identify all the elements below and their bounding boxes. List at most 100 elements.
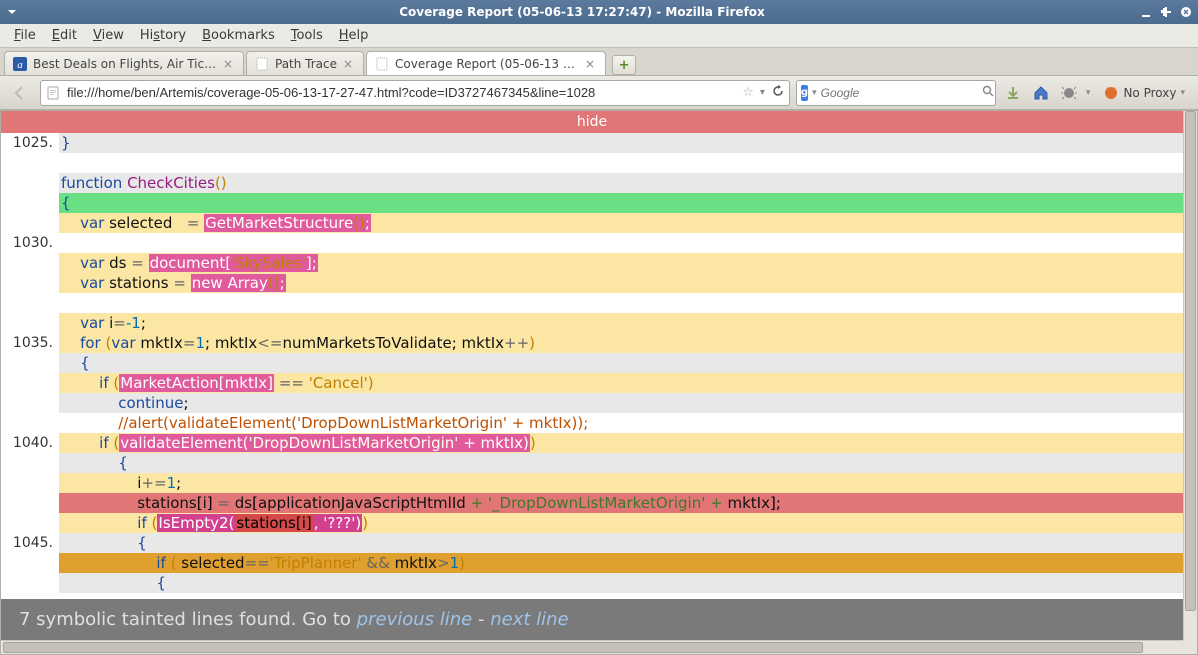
tab-favicon-icon	[375, 57, 389, 71]
search-input[interactable]	[821, 86, 978, 100]
home-button[interactable]	[1030, 82, 1052, 104]
tab-label: Best Deals on Flights, Air Tickets,...	[33, 57, 217, 71]
proxy-dropdown-icon[interactable]: ▾	[1180, 88, 1185, 98]
proxy-selector[interactable]: No Proxy ▾	[1096, 82, 1192, 104]
maximize-button[interactable]	[1158, 4, 1174, 20]
page-content: hide 1025.}function CheckCities(){ var s…	[1, 111, 1183, 640]
code-line: 1045. {	[1, 533, 1183, 553]
line-content: {	[59, 193, 1183, 213]
code-line: {	[1, 573, 1183, 593]
back-button[interactable]	[6, 80, 34, 106]
line-content: if (MarketAction[mktIx] == 'Cancel')	[59, 373, 1183, 393]
horizontal-scrollbar[interactable]	[1, 640, 1183, 654]
new-tab-button[interactable]: +	[612, 55, 636, 75]
line-content: if (validateElement('DropDownListMarketO…	[59, 433, 1183, 453]
search-go-icon[interactable]	[982, 85, 994, 101]
menu-view[interactable]: View	[85, 26, 132, 45]
menu-help[interactable]: Help	[331, 26, 377, 45]
next-line-link[interactable]: next line	[490, 609, 568, 630]
url-input[interactable]	[67, 85, 736, 100]
bookmark-star-icon[interactable]: ☆	[742, 85, 754, 100]
minimize-button[interactable]	[1138, 4, 1154, 20]
downloads-button[interactable]	[1002, 82, 1024, 104]
proxy-label: No Proxy	[1123, 86, 1176, 100]
tab-1[interactable]: Path Trace×	[246, 51, 364, 75]
line-content: var selected = GetMarketStructure();	[59, 213, 1183, 233]
firebug-button[interactable]	[1058, 82, 1080, 104]
line-content: //alert(validateElement('DropDownListMar…	[59, 413, 1183, 433]
line-number: 1030.	[1, 233, 59, 253]
code-line: var i=-1;	[1, 313, 1183, 333]
menu-edit[interactable]: Edit	[44, 26, 85, 45]
code-line: var ds = document['SkySales'];	[1, 253, 1183, 273]
search-box[interactable]: g ▾	[796, 80, 996, 106]
line-content: {	[59, 353, 1183, 373]
code-line: 1040. if (validateElement('DropDownListM…	[1, 433, 1183, 453]
tab-close-icon[interactable]: ×	[343, 58, 355, 70]
line-content: }	[59, 133, 1183, 153]
code-line: 1035. for (var mktIx=1; mktIx<=numMarket…	[1, 333, 1183, 353]
line-content: if (IsEmpty2(stations[i], '???'))	[59, 513, 1183, 533]
vertical-scrollbar[interactable]	[1183, 111, 1197, 640]
line-content: {	[59, 453, 1183, 473]
code-line: 1030.	[1, 233, 1183, 253]
line-content: i+=1;	[59, 473, 1183, 493]
code-line: stations[i] = ds[applicationJavaScriptHt…	[1, 493, 1183, 513]
line-number: 1045.	[1, 533, 59, 553]
window-titlebar: Coverage Report (05-06-13 17:27:47) - Mo…	[0, 0, 1198, 24]
system-menu-icon[interactable]	[4, 4, 20, 20]
menubar: File Edit View History Bookmarks Tools H…	[0, 24, 1198, 48]
code-line: {	[1, 453, 1183, 473]
code-line: {	[1, 353, 1183, 373]
line-number: 1035.	[1, 333, 59, 353]
code-line: var stations = new Array();	[1, 273, 1183, 293]
line-content: var i=-1;	[59, 313, 1183, 333]
tab-favicon-icon	[255, 57, 269, 71]
line-content: stations[i] = ds[applicationJavaScriptHt…	[59, 493, 1183, 513]
foxyproxy-icon	[1103, 85, 1119, 101]
tab-close-icon[interactable]: ×	[585, 58, 597, 70]
close-button[interactable]	[1178, 4, 1194, 20]
svg-text:a: a	[17, 59, 23, 71]
line-content: var stations = new Array();	[59, 273, 1183, 293]
code-listing: 1025.}function CheckCities(){ var select…	[1, 133, 1183, 593]
url-bar[interactable]: ☆ ▾	[40, 80, 790, 106]
url-history-dropdown-icon[interactable]: ▾	[760, 87, 765, 98]
tab-favicon-icon: a	[13, 57, 27, 71]
page-identity-icon[interactable]	[45, 85, 61, 101]
search-engine-dropdown-icon[interactable]: ▾	[812, 88, 817, 98]
line-content: function CheckCities()	[59, 173, 1183, 193]
code-line	[1, 293, 1183, 313]
code-line: i+=1;	[1, 473, 1183, 493]
menu-file[interactable]: File	[6, 26, 44, 45]
code-line: var selected = GetMarketStructure();	[1, 213, 1183, 233]
menu-tools[interactable]: Tools	[283, 26, 331, 45]
line-content: {	[59, 533, 1183, 553]
footer-text: 7 symbolic tainted lines found. Go to	[19, 609, 357, 630]
line-number: 1025.	[1, 133, 59, 153]
code-line: continue;	[1, 393, 1183, 413]
menu-history[interactable]: History	[132, 26, 194, 45]
line-number: 1040.	[1, 433, 59, 453]
previous-line-link[interactable]: previous line	[357, 609, 473, 630]
code-line: function CheckCities()	[1, 173, 1183, 193]
code-line	[1, 153, 1183, 173]
scrollbar-corner	[1183, 640, 1197, 654]
code-line: {	[1, 193, 1183, 213]
tab-2[interactable]: Coverage Report (05-06-13 17:27... ×	[366, 51, 606, 75]
window-title: Coverage Report (05-06-13 17:27:47) - Mo…	[26, 5, 1138, 19]
reload-button[interactable]	[771, 84, 785, 102]
tabstrip: a Best Deals on Flights, Air Tickets,... ×…	[0, 48, 1198, 76]
tab-label: Coverage Report (05-06-13 17:27...	[395, 57, 579, 71]
search-engine-icon[interactable]: g	[801, 85, 808, 101]
hide-button[interactable]: hide	[1, 111, 1183, 133]
horizontal-scrollbar-thumb[interactable]	[3, 642, 1143, 653]
nav-toolbar: ☆ ▾ g ▾ ▾ No Proxy ▾	[0, 76, 1198, 110]
vertical-scrollbar-thumb[interactable]	[1185, 111, 1196, 611]
code-line: if ( selected=='TripPlanner' && mktIx>1)	[1, 553, 1183, 573]
tab-close-icon[interactable]: ×	[223, 58, 235, 70]
firebug-dropdown-icon[interactable]: ▾	[1086, 88, 1091, 98]
line-content: continue;	[59, 393, 1183, 413]
menu-bookmarks[interactable]: Bookmarks	[194, 26, 283, 45]
tab-0[interactable]: a Best Deals on Flights, Air Tickets,... ×	[4, 51, 244, 75]
